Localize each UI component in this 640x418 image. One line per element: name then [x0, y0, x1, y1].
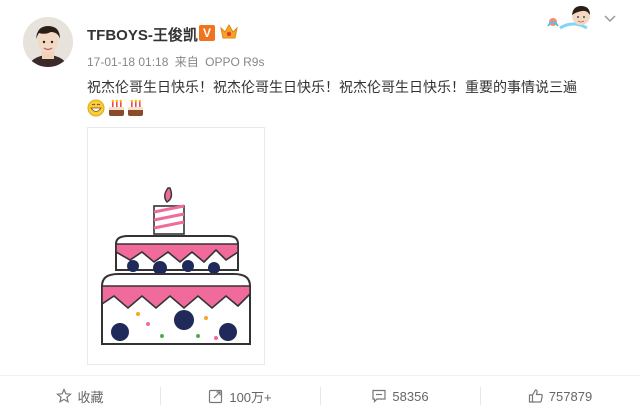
verified-badge-icon[interactable]: V [199, 25, 215, 41]
post-text: 祝杰伦哥生日快乐！祝杰伦哥生日快乐！祝杰伦哥生日快乐！重要的事情说三遍 [87, 79, 577, 95]
chevron-down-icon[interactable] [603, 14, 617, 24]
comment-icon [372, 389, 387, 403]
avatar[interactable] [23, 17, 73, 67]
user-name[interactable]: TFBOYS-王俊凯 [87, 24, 198, 45]
source-prefix: 来自 [174, 55, 199, 69]
weibo-post-card: TFBOYS-王俊凯 V 17-01-18 01:18 来自 OPPO R9s … [0, 0, 640, 418]
post-source[interactable]: OPPO R9s [205, 55, 264, 69]
cake-drawing-image [101, 187, 251, 345]
repost-count: 100万+ [229, 389, 272, 405]
vip-crown-icon[interactable] [219, 23, 239, 41]
like-button[interactable]: 757879 [480, 376, 640, 416]
post-time[interactable]: 17-01-18 01:18 [87, 55, 168, 69]
cake-emoji-icon [128, 99, 143, 116]
emoji-row [87, 99, 143, 117]
comment-button[interactable]: 58356 [320, 376, 480, 416]
like-count: 757879 [548, 388, 593, 404]
repost-button[interactable]: 100万+ [160, 376, 320, 416]
repost-icon [209, 389, 223, 404]
post-meta: 17-01-18 01:18 来自 OPPO R9s [87, 53, 264, 70]
star-icon [56, 388, 73, 404]
smile-emoji-icon [87, 99, 105, 117]
favorite-label: 收藏 [77, 389, 104, 405]
cake-emoji-icon [109, 99, 124, 116]
card-decoration-icon [547, 6, 590, 30]
favorite-button[interactable]: 收藏 [0, 376, 160, 416]
thumbs-up-icon [528, 389, 543, 403]
post-image[interactable] [87, 127, 265, 365]
avatar-image [23, 17, 73, 67]
comment-count: 58356 [392, 388, 429, 404]
